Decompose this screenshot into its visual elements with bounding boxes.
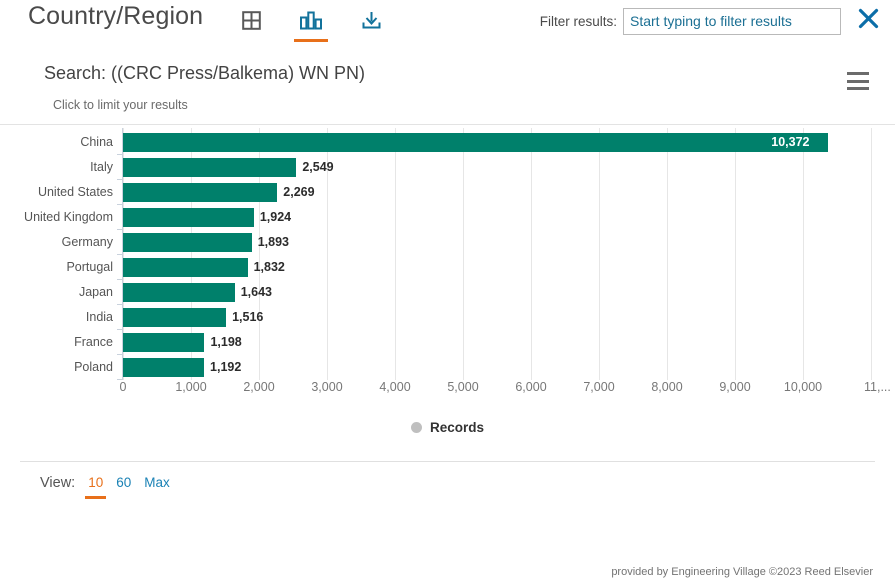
search-query-text: Search: ((CRC Press/Balkema) WN PN) [44,63,366,83]
chart-bar[interactable] [123,333,205,352]
chart-category-label[interactable]: France [0,330,113,355]
chart-bar[interactable] [123,358,205,377]
chart-bar-row[interactable]: United Kingdom 1,924 [0,205,895,230]
chart-bar-rows: China 10,372 Italy 2,549 United States 2,269 U… [0,128,895,380]
chart-top-divider [0,124,895,125]
close-icon [858,8,879,34]
chart-bar-value-label: 1,643 [240,285,272,299]
chart-bar-row[interactable]: Japan 1,643 [0,280,895,305]
chart-bar[interactable] [123,183,278,202]
chart-bar[interactable] [123,283,235,302]
chart-bar[interactable] [123,133,829,152]
chart-category-label[interactable]: Italy [0,155,113,180]
chart-category-label[interactable]: Portugal [0,255,113,280]
chart-x-tick-label: 0 [119,380,127,394]
view-option-10[interactable]: 10 [85,475,107,499]
close-button[interactable] [851,6,885,36]
chart-bar[interactable] [123,258,248,277]
chart-bar[interactable] [123,308,227,327]
chart-bar[interactable] [123,158,297,177]
chart-bar-row[interactable]: India 1,516 [0,305,895,330]
chart-bar-row[interactable]: Italy 2,549 [0,155,895,180]
hamburger-line [847,79,869,83]
table-view-icon-button[interactable] [232,4,270,42]
chart-bar-value-label: 10,372 [771,135,810,149]
chart-bar-value-label: 1,924 [259,210,292,224]
chart-category-label[interactable]: United States [0,180,113,205]
chart-bar-row[interactable]: Germany 1,893 [0,230,895,255]
chart-legend: Records [0,420,895,438]
chart-category-label[interactable]: United Kingdom [0,205,113,230]
chart-x-tick-label: 10,000 [783,380,823,394]
chart-category-label[interactable]: Germany [0,230,113,255]
chart-bar-value-label: 1,893 [257,235,289,249]
chart-plot-area: China 10,372 Italy 2,549 United States 2,269 U… [0,128,895,380]
chart-bar-row[interactable]: Portugal 1,832 [0,255,895,280]
filter-results-group: Filter results: [540,6,895,36]
chart-x-tick-label: 8,000 [651,380,683,394]
chart-bar-row[interactable]: Poland 1,192 [0,355,895,380]
chart-bar[interactable] [123,233,252,252]
chart-x-tick-label: 4,000 [379,380,411,394]
page-title: Country/Region [28,2,204,30]
view-option-60[interactable]: 60 [116,475,131,495]
table-view-icon [241,11,261,35]
view-option-max[interactable]: Max [144,475,170,495]
filter-results-label: Filter results: [539,13,617,29]
legend-marker-icon [410,422,422,433]
chart-x-tick-label: 5,000 [447,380,479,394]
hamburger-menu-icon[interactable] [847,72,869,90]
legend-entry-label: Records [429,420,485,435]
chart-bar[interactable] [123,208,254,227]
view-mode-icon-group [232,4,390,42]
chart-container: China 10,372 Italy 2,549 United States 2,269 U… [0,124,895,578]
search-summary-strip: Search: ((CRC Press/Balkema) WN PN) Clic… [0,58,895,116]
hamburger-line [847,72,869,75]
toolbar-header: Country/Region Filter results: Start typ… [0,0,895,46]
limit-results-hint: Click to limit your results [53,98,188,112]
bar-chart-view-icon-button[interactable] [292,4,330,42]
chart-x-tick-label: 1,000 [175,380,207,394]
chart-category-label[interactable]: India [0,305,113,330]
chart-bar-row[interactable]: China 10,372 [0,130,895,155]
legend-entry-records[interactable]: Records [410,420,485,435]
chart-x-tick-label: 11,... [864,380,891,394]
chart-x-tick-label: 7,000 [583,380,615,394]
chart-bar-value-label: 2,269 [283,185,315,199]
download-icon-button[interactable] [352,4,390,42]
footer-divider [20,461,875,462]
chart-bar-row[interactable]: France 1,198 [0,330,895,355]
chart-x-tick-label: 9,000 [719,380,751,394]
chart-bar-value-label: 1,198 [210,335,242,349]
chart-category-label[interactable]: Japan [0,280,113,305]
chart-x-tick-label: 3,000 [311,380,343,394]
chart-x-tick-label: 2,000 [243,380,275,394]
chart-x-tick-label: 6,000 [515,380,547,394]
chart-x-axis-ticks: 0 1,000 2,000 3,000 4,000 5,000 6,000 7,000 8,00… [0,380,895,402]
view-count-selector: View: 10 60 Max [40,475,170,499]
chart-bar-row[interactable]: United States 2,269 [0,180,895,205]
download-icon [361,11,382,36]
filter-results-input[interactable] [623,7,841,35]
chart-bar-value-label: 1,516 [232,310,264,324]
chart-bar-value-label: 1,192 [210,360,242,374]
chart-bar-value-label: 1,832 [253,260,285,274]
bar-chart-view-icon [300,11,323,36]
hamburger-line [847,87,869,90]
view-count-label: View: [40,475,76,491]
chart-category-label[interactable]: Poland [0,355,113,380]
chart-bar-value-label: 2,549 [302,160,334,174]
chart-category-label[interactable]: China [0,130,113,155]
provider-credit: provided by Engineering Village ©2023 Re… [611,566,873,578]
